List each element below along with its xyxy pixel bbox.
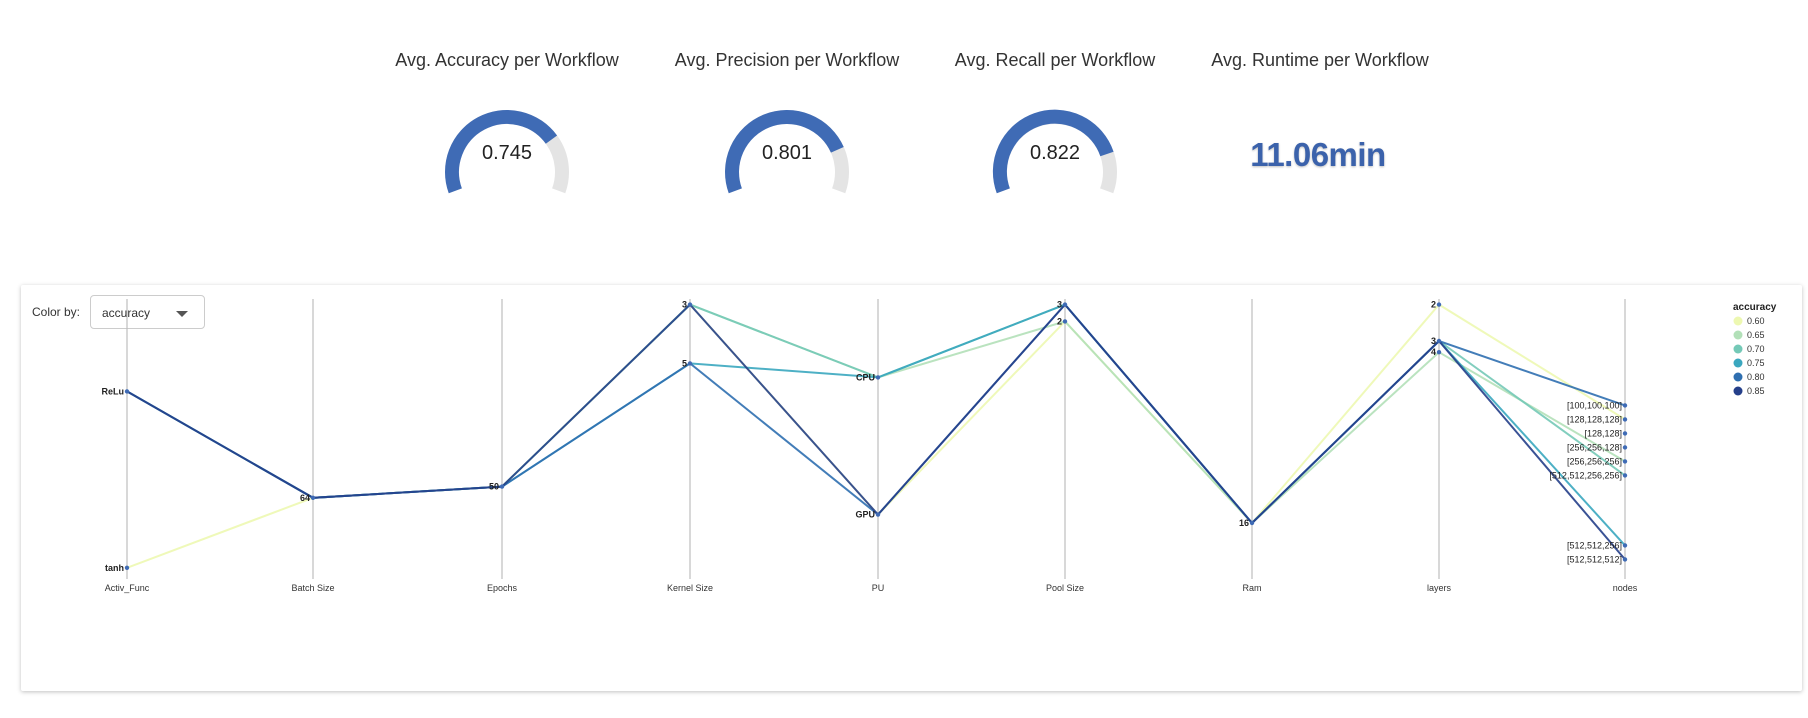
legend-swatch-0-65 (1733, 330, 1743, 340)
tick-dot-layers (1436, 350, 1442, 355)
axis-label-layers: layers (1427, 583, 1452, 593)
accuracy-gauge-title: Avg. Accuracy per Workflow (395, 50, 619, 70)
tick-dot-nodes (1622, 543, 1628, 548)
axis-label-kernel-size: Kernel Size (667, 583, 713, 593)
tick-label-activ-func: tanh (105, 563, 124, 573)
record-line-6 (126, 303, 1626, 561)
tick-dot-pool-size (1062, 319, 1068, 324)
legend-label-0-75: 0.75 (1747, 358, 1765, 368)
accuracy-gauge-value: 0.745 (481, 142, 533, 164)
tick-dot-kernel-size (687, 302, 693, 307)
axis-label-ram: Ram (1242, 583, 1261, 593)
tick-label-nodes: [512,512,512] (1567, 554, 1622, 564)
runtime-title: Avg. Runtime per Workflow (1211, 50, 1429, 70)
tick-dot-nodes (1622, 431, 1628, 436)
axis-label-activ-func: Activ_Func (105, 583, 150, 593)
axis-label-pu: PU (872, 583, 885, 593)
legend-label-0-60: 0.60 (1747, 316, 1765, 326)
tick-label-nodes: [128,128,128] (1567, 414, 1622, 424)
tick-dot-pu (875, 512, 881, 517)
legend-swatch-0-80 (1733, 372, 1743, 382)
tick-label-nodes: [100,100,100] (1567, 400, 1622, 410)
tick-label-nodes: [256,256,256] (1567, 456, 1622, 466)
runtime-value: 11.06min (1250, 136, 1386, 173)
tick-dot-nodes (1622, 473, 1628, 478)
record-line-2 (126, 303, 1626, 525)
tick-dot-kernel-size (687, 361, 693, 366)
record-line-5 (126, 303, 1626, 525)
accuracy-gauge: 0.745 (443, 108, 571, 203)
precision-gauge-value: 0.801 (761, 142, 813, 164)
legend-swatch-0-70 (1733, 344, 1743, 354)
tick-dot-nodes (1622, 403, 1628, 408)
tick-label-nodes: [512,512,256,256] (1549, 470, 1622, 480)
parallel-coordinates-panel: Color by: accuracy Activ_Func Batch Size E… (21, 285, 1802, 691)
legend-label-0-70: 0.70 (1747, 344, 1765, 354)
tick-label-layers: 4 (1431, 347, 1436, 357)
tick-dot-nodes (1622, 445, 1628, 450)
tick-dot-batch-size (310, 495, 316, 500)
axis-label-pool-size: Pool Size (1046, 583, 1084, 593)
tick-dot-layers (1436, 338, 1442, 344)
record-line-3 (126, 303, 1626, 525)
recall-gauge: 0.822 (991, 108, 1119, 203)
tick-label-pu: GPU (855, 510, 875, 520)
tick-dot-ram (1249, 520, 1255, 526)
tick-label-pu: CPU (856, 372, 875, 382)
legend-swatch-0-75 (1733, 358, 1743, 368)
tick-label-nodes: [256,256,128] (1567, 442, 1622, 452)
tick-label-layers: 3 (1431, 336, 1436, 346)
tick-dot-activ-func (124, 389, 130, 394)
axis-label-batch-size: Batch Size (291, 583, 334, 593)
tick-label-kernel-size: 3 (682, 300, 687, 310)
legend-title: accuracy (1733, 302, 1777, 313)
legend-label-0-85: 0.85 (1747, 386, 1765, 396)
record-line-1 (126, 303, 1626, 569)
tick-label-pool-size: 3 (1057, 300, 1062, 310)
axis-label-nodes: nodes (1613, 583, 1638, 593)
tick-dot-nodes (1622, 557, 1628, 562)
legend-label-0-80: 0.80 (1747, 372, 1765, 382)
axis-label-epochs: Epochs (487, 583, 518, 593)
tick-label-batch-size: 64 (300, 493, 310, 503)
legend-swatch-0-85 (1733, 386, 1743, 396)
tick-label-ram: 16 (1239, 518, 1249, 528)
legend-swatch-0-60 (1733, 316, 1743, 326)
tick-label-layers: 2 (1431, 300, 1436, 310)
legend-label-0-65: 0.65 (1747, 330, 1765, 340)
parallel-coordinates-chart: Activ_Func Batch Size Epochs Kernel Size PU P… (102, 299, 1777, 593)
tick-dot-nodes (1622, 459, 1628, 464)
tick-dot-activ-func (124, 565, 130, 570)
precision-gauge-title: Avg. Precision per Workflow (674, 50, 900, 70)
tick-label-kernel-size: 5 (682, 358, 687, 368)
record-line-4 (126, 303, 1626, 547)
tick-dot-nodes (1622, 417, 1628, 422)
tick-dot-layers (1436, 302, 1442, 307)
tick-label-epochs: 50 (489, 482, 499, 492)
tick-label-nodes: [512,512,256] (1567, 540, 1622, 550)
tick-label-activ-func: ReLu (102, 386, 125, 396)
tick-label-pool-size: 2 (1057, 316, 1062, 326)
tick-dot-epochs (499, 484, 505, 489)
precision-gauge: 0.801 (723, 108, 851, 203)
tick-label-nodes: [128,128] (1584, 428, 1622, 438)
tick-dot-pool-size (1062, 302, 1068, 307)
tick-dot-pu (875, 375, 881, 380)
recall-gauge-title: Avg. Recall per Workflow (954, 50, 1156, 70)
recall-gauge-value: 0.822 (1029, 142, 1081, 164)
